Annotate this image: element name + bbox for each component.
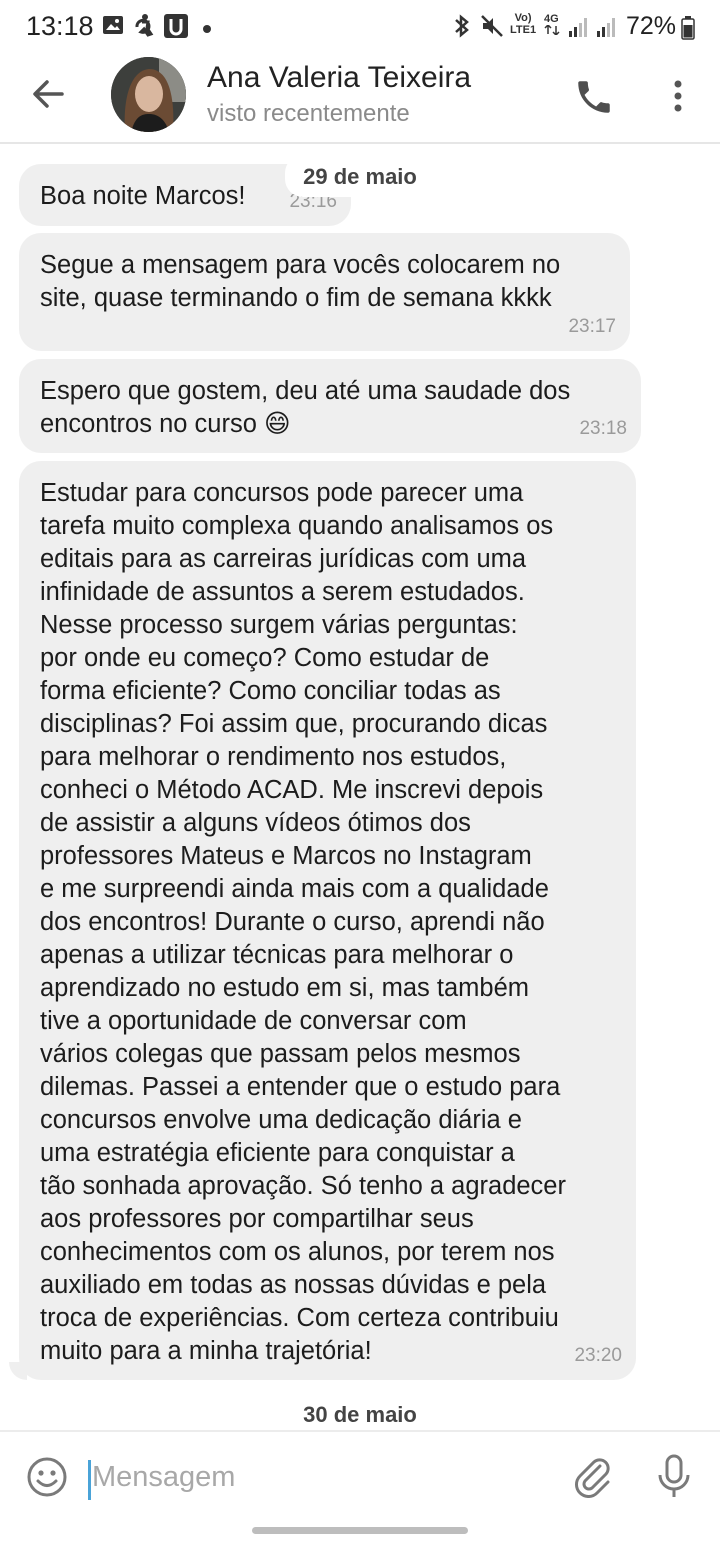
message-line: encontros no curso 😄 — [40, 410, 291, 438]
message-line: auxiliado em todas as nossas dúvidas e p… — [40, 1271, 547, 1299]
message-input[interactable] — [92, 1454, 532, 1500]
date-divider: 29 de maio — [285, 155, 435, 197]
message-line: disciplinas? Foi assim que, procurando d… — [40, 710, 548, 738]
bluetooth-icon — [451, 14, 473, 43]
message-line: Boa noite Marcos! — [40, 182, 246, 210]
message-line: Estudar para concursos pode parecer uma — [40, 479, 524, 507]
message-line: de assistir a alguns vídeos ótimos dos — [40, 809, 471, 837]
battery-icon — [681, 16, 695, 45]
message-time: 23:18 — [579, 418, 627, 439]
avatar[interactable] — [111, 57, 186, 132]
message-line: concursos envolve uma dedicação diária e — [40, 1106, 522, 1134]
battery-percent: 72% — [626, 12, 677, 40]
message-line: forma eficiente? Como conciliar todas as — [40, 677, 501, 705]
message-line: vários colegas que passam pelos mesmos — [40, 1040, 521, 1068]
more-vert-icon[interactable] — [668, 76, 688, 116]
date-divider: 30 de maio — [285, 1398, 435, 1429]
dot-icon — [202, 21, 212, 39]
message-text: Segue a mensagem para vocês colocarem no… — [40, 249, 560, 315]
message-line: Nesse processo surgem várias perguntas: — [40, 611, 518, 639]
message-line: dilemas. Passei a entender que o estudo … — [40, 1073, 561, 1101]
message-line: professores Mateus e Marcos no Instagram — [40, 842, 532, 870]
contact-status: visto recentemente — [207, 100, 410, 127]
message-line: dos encontros! Durante o curso, aprendi … — [40, 908, 545, 936]
message-line: conheci o Método ACAD. Me inscrevi depoi… — [40, 776, 544, 804]
navigation-area — [0, 1520, 720, 1544]
message-line: por onde eu começo? Como estudar de — [40, 644, 490, 672]
bubble-tail — [9, 1362, 27, 1380]
mic-icon[interactable] — [656, 1454, 692, 1500]
message-line: para melhorar o rendimento nos estudos, — [40, 743, 507, 771]
volte-label-top: Vo) — [514, 12, 532, 24]
message-line: conhecimentos com os alunos, por terem n… — [40, 1238, 555, 1266]
home-indicator[interactable] — [252, 1527, 468, 1534]
text-cursor — [88, 1460, 91, 1500]
message-text: Boa noite Marcos! — [40, 180, 246, 213]
message-line: uma estratégia eficiente para conquistar… — [40, 1139, 515, 1167]
gallery-icon — [102, 14, 124, 41]
message-bubble[interactable]: Espero que gostem, deu até uma saudade d… — [19, 359, 641, 453]
signal-icon — [596, 16, 618, 43]
message-line: Segue a mensagem para vocês colocarem no — [40, 251, 561, 279]
volte-icon: Vo) LTE1 — [510, 12, 536, 36]
back-arrow-icon[interactable] — [28, 74, 68, 114]
message-line: apenas a utilizar técnicas para melhorar… — [40, 941, 514, 969]
message-line: aos professores por compartilhar seus — [40, 1205, 474, 1233]
mute-icon — [480, 14, 504, 43]
net-label: 4G — [544, 13, 559, 25]
message-line: tive a oportunidade de conversar com — [40, 1007, 467, 1035]
signal-icon — [568, 16, 590, 43]
message-text: Estudar para concursos pode parecer uma … — [40, 477, 566, 1368]
contact-name[interactable]: Ana Valeria Teixeira — [207, 61, 471, 95]
message-line: troca de experiências. Com certeza contr… — [40, 1304, 559, 1332]
4g-icon: 4G — [544, 13, 560, 38]
message-line: site, quase terminando o fim de semana k… — [40, 284, 552, 312]
status-bar: 13:18 Vo) LTE1 4G 72% — [0, 0, 720, 54]
message-line: tão sonhada aprovação. Só tenho a agrade… — [40, 1172, 566, 1200]
message-line: aprendizado no estudo em si, mas também — [40, 974, 530, 1002]
message-line: infinidade de assuntos a serem estudados… — [40, 578, 525, 606]
phone-icon[interactable] — [573, 76, 615, 118]
message-time: 23:20 — [574, 1345, 622, 1366]
accessibility-icon — [133, 14, 155, 43]
message-line: Espero que gostem, deu até uma saudade d… — [40, 377, 571, 405]
attach-icon[interactable] — [574, 1456, 614, 1498]
status-time: 13:18 — [26, 11, 94, 41]
app-icon — [164, 14, 188, 43]
message-line: tarefa muito complexa quando analisamos … — [40, 512, 554, 540]
chat-header: Ana Valeria Teixeira visto recentemente — [0, 54, 720, 144]
emoji-icon[interactable] — [26, 1456, 68, 1498]
message-bubble[interactable]: Segue a mensagem para vocês colocarem no… — [19, 233, 630, 351]
message-bubble[interactable]: Estudar para concursos pode parecer uma … — [19, 461, 636, 1380]
volte-label-bottom: LTE1 — [510, 24, 537, 36]
chat-area[interactable]: Boa noite Marcos! 23:16 29 de maio Segue… — [0, 145, 720, 1429]
message-line: muito para a minha trajetória! — [40, 1337, 372, 1365]
message-time: 23:17 — [568, 316, 616, 337]
message-input-bar — [0, 1430, 720, 1520]
message-line: editais para as carreiras jurídicas com … — [40, 545, 527, 573]
message-line: e me surpreendi ainda mais com a qualida… — [40, 875, 549, 903]
message-text: Espero que gostem, deu até uma saudade d… — [40, 375, 570, 441]
